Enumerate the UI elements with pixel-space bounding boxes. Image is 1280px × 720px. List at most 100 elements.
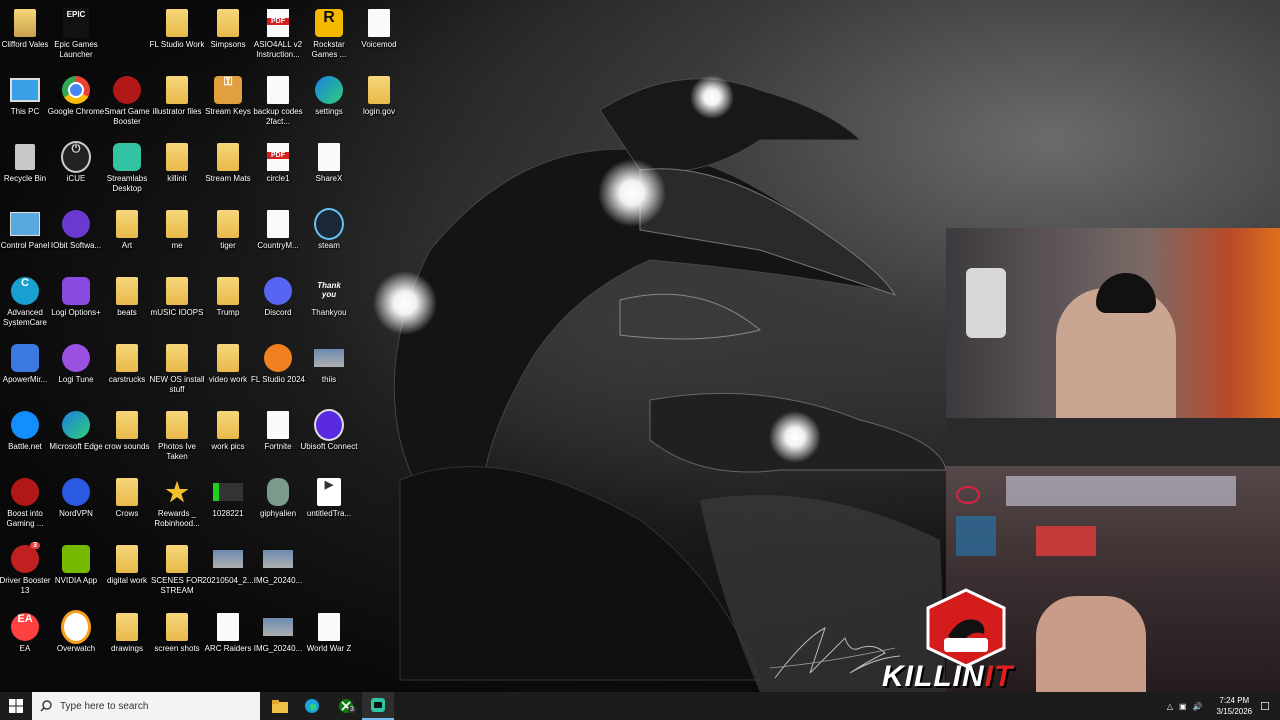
desktop-icon[interactable]: R Rockstar Games ... xyxy=(304,8,354,60)
edge-icon xyxy=(314,75,344,105)
image-icon xyxy=(314,343,344,373)
desktop-icon[interactable]: ApowerMir... xyxy=(0,343,50,385)
desktop-icon[interactable]: settings xyxy=(304,75,354,117)
desktop-icon[interactable]: Discord xyxy=(253,276,303,318)
desktop-icon[interactable]: World War Z xyxy=(304,612,354,654)
desktop-icon[interactable]: ⚿ Stream Keys xyxy=(203,75,253,117)
file-explorer-taskbar-button[interactable] xyxy=(264,692,296,720)
desktop-icon[interactable]: CountryM... xyxy=(253,209,303,251)
desktop-icon[interactable]: PDF circle1 xyxy=(253,142,303,184)
desktop-icon[interactable]: work pics xyxy=(203,410,253,452)
volume-icon[interactable]: 🔊 xyxy=(1193,702,1203,711)
folder-icon xyxy=(213,343,243,373)
desktop-icon[interactable]: Simpsons xyxy=(203,8,253,50)
desktop-icon[interactable]: illustrator files xyxy=(152,75,202,117)
desktop-icon[interactable]: Ubisoft Connect xyxy=(301,409,357,452)
desktop-icon[interactable]: 1028221 xyxy=(203,477,253,519)
desktop-icon-label: iCUE xyxy=(66,174,86,183)
desktop-icon[interactable]: ⏻ iCUE xyxy=(51,141,101,184)
show-hidden-icons-chevron-icon[interactable]: △ xyxy=(1167,702,1173,711)
desktop-icon[interactable]: digital work xyxy=(102,544,152,586)
desktop-icon[interactable]: SCENES FOR STREAM xyxy=(151,544,203,596)
desktop-icon[interactable]: Trump xyxy=(203,276,253,318)
desktop-icon[interactable]: Art xyxy=(102,209,152,251)
desktop-icon-label: Thankyou xyxy=(311,308,347,317)
desktop-icon[interactable]: Google Chrome xyxy=(48,75,104,117)
desktop-icon[interactable]: tiger xyxy=(203,209,253,251)
edge-taskbar-button[interactable] xyxy=(296,692,328,720)
desktop-icon[interactable]: PDF ASIO4ALL v2 Instruction... xyxy=(253,8,303,60)
desktop-icon[interactable]: ARC Raiders xyxy=(203,612,253,654)
desktop-icon[interactable]: Logi Options+ xyxy=(51,276,101,318)
desktop-icon[interactable]: Voicemod xyxy=(354,8,404,50)
ring-light xyxy=(956,486,980,504)
apower-icon xyxy=(10,343,40,373)
desktop-icon[interactable]: Overwatch xyxy=(51,610,101,654)
xbox-taskbar-button[interactable]: 3 xyxy=(330,692,362,720)
desktop-icon[interactable]: FL Studio Work xyxy=(150,8,204,50)
desktop-icon[interactable]: steam xyxy=(304,208,354,251)
desktop-icon[interactable]: thiis xyxy=(304,343,354,385)
battlenet-icon xyxy=(10,410,40,440)
desktop-icon[interactable]: Battle.net xyxy=(0,410,50,452)
desktop-icon[interactable]: backup codes 2fact... xyxy=(253,75,303,127)
icue-icon: ⏻ xyxy=(61,141,91,173)
desktop-icon[interactable]: ▶ untitledTra... xyxy=(304,477,354,519)
desktop-icon[interactable]: screen shots xyxy=(152,612,202,654)
desktop-icon[interactable]: IObit Softwa... xyxy=(51,209,101,251)
desktop-icon[interactable]: Smart Game Booster xyxy=(102,75,152,127)
desktop-icon[interactable]: C Advanced SystemCare xyxy=(0,276,50,328)
desktop-icon-label: ShareX xyxy=(315,174,343,183)
start-button[interactable] xyxy=(0,692,32,720)
desktop-icon[interactable]: crow sounds xyxy=(102,410,152,452)
clock[interactable]: 7:24 PM 3/15/2026 xyxy=(1217,695,1253,717)
desktop-icon[interactable]: Microsoft Edge xyxy=(49,410,103,452)
desktop-icon[interactable]: beats xyxy=(102,276,152,318)
streamlabs-taskbar-button[interactable] xyxy=(362,692,394,720)
desktop-icon[interactable]: Boost into Gaming ... xyxy=(0,477,50,529)
doc-icon xyxy=(263,410,293,440)
desktop-icon-label: Discord xyxy=(264,308,292,317)
folder-icon xyxy=(213,276,243,306)
desktop-icon[interactable]: Thank you Thankyou xyxy=(304,276,354,318)
cpanel-icon xyxy=(10,209,40,239)
network-icon[interactable]: ▣ xyxy=(1179,702,1187,711)
desktop-icon[interactable]: Fortnite xyxy=(253,410,303,452)
desktop-icon[interactable]: Logi Tune xyxy=(51,343,101,385)
folder-icon xyxy=(213,142,243,172)
desktop-icon[interactable]: Control Panel xyxy=(0,209,50,251)
desktop-icon[interactable]: video work xyxy=(203,343,253,385)
desktop-icon[interactable]: login.gov xyxy=(354,75,404,117)
desktop-icon[interactable]: giphyalien xyxy=(253,477,303,519)
desktop-icon[interactable]: Clifford Vales xyxy=(0,8,50,50)
desktop-icon[interactable]: ★ Rewards _ Robinhood... xyxy=(152,477,202,529)
desktop-icon[interactable]: mUSIC lOOPS xyxy=(151,276,203,318)
desktop-icon[interactable]: drawings xyxy=(102,612,152,654)
desktop-icon[interactable]: NordVPN xyxy=(51,477,101,519)
desktop-icon[interactable]: EPIC Epic Games Launcher xyxy=(51,8,101,60)
desktop-icon[interactable]: Streamlabs Desktop xyxy=(102,142,152,194)
desktop-icon[interactable]: EA EA xyxy=(0,612,50,654)
search-icon xyxy=(40,700,52,712)
desktop-icon[interactable]: IMG_20240... xyxy=(253,544,303,586)
desktop-icon[interactable]: Crows xyxy=(102,477,152,519)
desktop-icon[interactable]: carstrucks xyxy=(102,343,152,385)
desktop-icon[interactable]: 3 Driver Booster 13 xyxy=(0,542,51,596)
desktop-icon[interactable]: me xyxy=(152,209,202,251)
desktop-icon[interactable]: 20210504_2... xyxy=(202,544,254,586)
desktop-icon-label: NordVPN xyxy=(59,509,93,518)
desktop-icon[interactable]: Stream Mats xyxy=(203,142,253,184)
desktop-icon[interactable]: This PC xyxy=(0,75,50,117)
desktop-icon[interactable]: NEW OS install stuff xyxy=(149,343,205,395)
desktop-icon[interactable]: killinit xyxy=(152,142,202,184)
desktop-icon[interactable]: IMG_20240... xyxy=(253,612,303,654)
taskbar-search[interactable]: Type here to search xyxy=(32,692,260,720)
desktop-icon-label: illustrator files xyxy=(152,107,202,116)
desktop-icon[interactable]: FL Studio 2024 xyxy=(251,343,305,385)
desktop-icon[interactable]: ShareX xyxy=(304,142,354,184)
desktop-icon[interactable]: Photos Ive Taken xyxy=(152,410,202,462)
notifications-icon[interactable]: ☐ xyxy=(1260,700,1270,713)
desktop-icon-label: mUSIC lOOPS xyxy=(150,308,204,317)
desktop-icon[interactable]: Recycle Bin xyxy=(0,142,50,184)
desktop-icon[interactable]: NVIDIA App xyxy=(51,544,101,586)
